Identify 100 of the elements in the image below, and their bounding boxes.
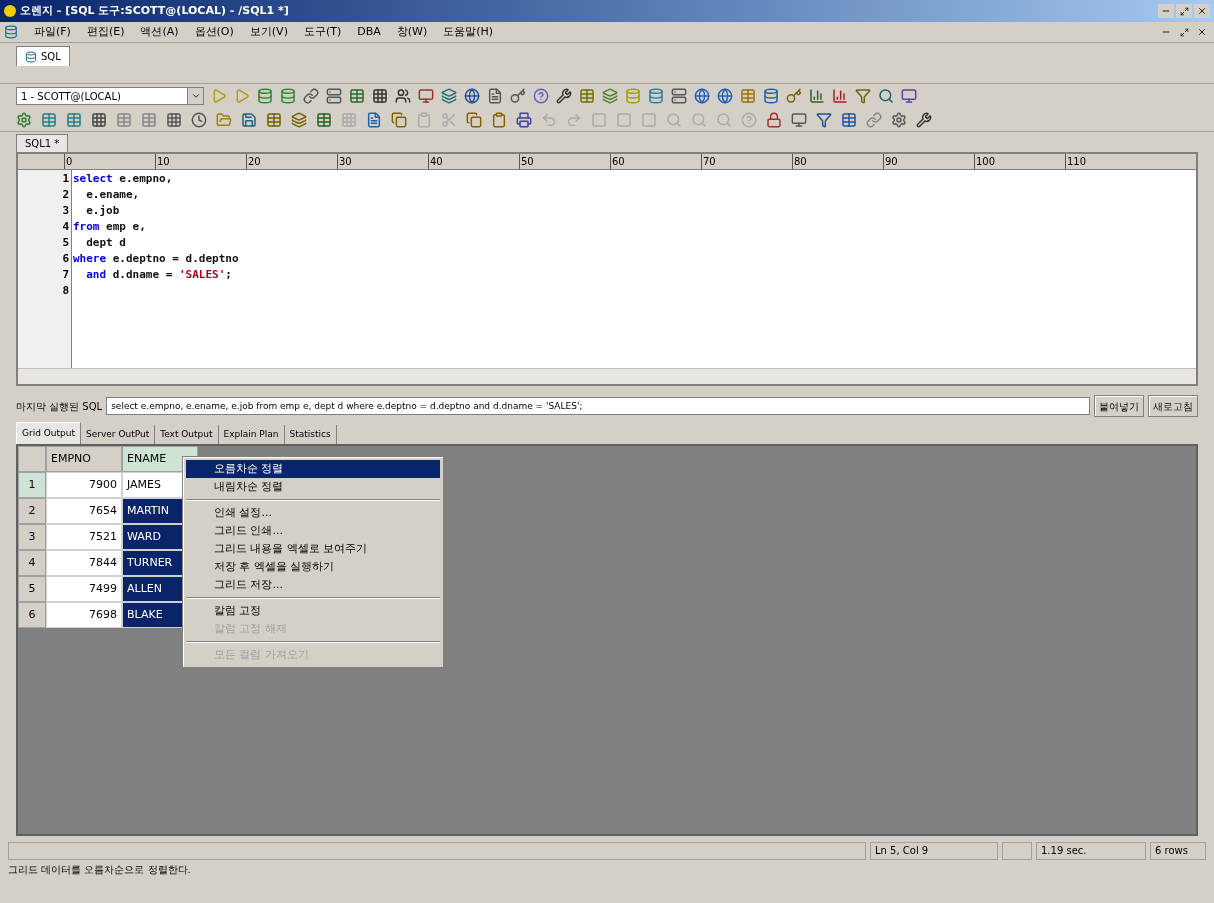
globe-icon[interactable] [464, 88, 480, 104]
line-number: 7 [62, 267, 69, 283]
table-icon[interactable] [316, 111, 332, 128]
database-icon[interactable] [257, 88, 273, 104]
chart-icon[interactable] [809, 88, 825, 104]
ruler-label: 70 [701, 154, 792, 169]
row-header[interactable]: 1 [18, 472, 46, 498]
result-tab[interactable]: Grid Output [16, 422, 81, 444]
menu-item[interactable]: 파일(F) [34, 23, 71, 41]
table-icon[interactable] [266, 111, 282, 128]
document-icon[interactable] [487, 88, 503, 104]
gear-icon[interactable] [16, 111, 32, 128]
monitor-icon[interactable] [418, 88, 434, 104]
key-icon[interactable] [786, 88, 802, 104]
save-icon[interactable] [241, 111, 257, 128]
users-icon[interactable] [395, 88, 411, 104]
row-count: 6 rows [1150, 842, 1206, 860]
connection-select[interactable]: 1 - SCOTT@(LOCAL) [16, 87, 204, 105]
close-icon [1197, 6, 1207, 16]
row-header[interactable]: 4 [18, 550, 46, 576]
wrench-icon[interactable] [916, 111, 932, 128]
code-line: e.job [85, 204, 120, 217]
menu-item[interactable]: 창(W) [396, 23, 428, 41]
close-button[interactable] [1194, 4, 1210, 18]
table-cell: 7521 [46, 524, 122, 550]
clock-icon[interactable] [191, 111, 207, 128]
menu-item[interactable]: 액션(A) [140, 23, 179, 41]
database-icon [25, 50, 37, 63]
printer-icon[interactable] [516, 111, 532, 128]
menu-item[interactable]: 오름차순 정렬 [186, 460, 440, 478]
line-number: 5 [62, 235, 69, 251]
monitor-icon[interactable] [791, 111, 807, 128]
database-icon[interactable] [280, 88, 296, 104]
column-header[interactable]: EMPNO [46, 446, 122, 472]
table-icon[interactable] [579, 88, 595, 104]
help-icon[interactable] [533, 88, 549, 104]
link-icon[interactable] [303, 88, 319, 104]
database-icon[interactable] [763, 88, 779, 104]
grid-icon[interactable] [91, 111, 107, 128]
clipboard-icon[interactable] [491, 111, 507, 128]
clipboard-icon[interactable] [416, 111, 432, 128]
monitor-icon[interactable] [901, 88, 917, 104]
layers-icon[interactable] [291, 111, 307, 128]
filter-icon[interactable] [855, 88, 871, 104]
table-icon[interactable] [740, 88, 756, 104]
table-icon[interactable] [66, 111, 82, 128]
row-header[interactable]: 3 [18, 524, 46, 550]
key-icon[interactable] [510, 88, 526, 104]
server-icon[interactable] [326, 88, 342, 104]
menu-item[interactable]: DBA [357, 23, 381, 41]
last-sql-field[interactable]: select e.empno, e.ename, e.job from emp e, dept d where e.deptno = d.deptno and d.dname = 'SALES'; [106, 397, 1090, 415]
row-header[interactable]: 5 [18, 576, 46, 602]
horizontal-scrollbar[interactable] [18, 368, 1196, 384]
menu-item[interactable]: 도움말(H) [443, 23, 494, 41]
row-header[interactable]: 6 [18, 602, 46, 628]
ruler-label: 30 [337, 154, 428, 169]
menu-item[interactable]: 도구(T) [303, 23, 342, 41]
filter-icon[interactable] [816, 111, 832, 128]
table-cell: 7654 [46, 498, 122, 524]
server-icon[interactable] [671, 88, 687, 104]
grid-icon[interactable] [166, 111, 182, 128]
copy-icon[interactable] [391, 111, 407, 128]
document-icon[interactable] [366, 111, 382, 128]
table-icon[interactable] [841, 111, 857, 128]
table-cell: 7698 [46, 602, 122, 628]
database-icon [4, 25, 18, 39]
table-icon[interactable] [349, 88, 365, 104]
editor-tab[interactable]: SQL1 * [16, 134, 69, 152]
layers-icon[interactable] [602, 88, 618, 104]
table-icon[interactable] [41, 111, 57, 128]
layers-icon[interactable] [441, 88, 457, 104]
restore-button[interactable] [1176, 4, 1192, 18]
ruler-label: 80 [792, 154, 883, 169]
row-header[interactable]: 2 [18, 498, 46, 524]
line-number: 4 [62, 219, 69, 235]
menu-item[interactable]: 보기(V) [249, 23, 288, 41]
search-icon[interactable] [878, 88, 894, 104]
cursor-position: Ln 5, Col 9 [870, 842, 998, 860]
grid-icon[interactable] [372, 88, 388, 104]
gear-icon[interactable] [891, 111, 907, 128]
toolbar-button[interactable]: 새로고침 [1148, 395, 1198, 417]
link-icon[interactable] [866, 111, 882, 128]
table-icon[interactable] [116, 111, 132, 128]
copy-icon[interactable] [466, 111, 482, 128]
wrench-icon[interactable] [556, 88, 572, 104]
globe-icon[interactable] [694, 88, 710, 104]
code-line: and d.dname = 'SALES'; [85, 268, 232, 281]
menu-item[interactable]: 편집(E) [86, 23, 125, 41]
globe-icon[interactable] [717, 88, 733, 104]
table-icon[interactable] [141, 111, 157, 128]
toolbar-button[interactable]: 붙여넣기 [1094, 395, 1144, 417]
menu-item[interactable]: 옵션(O) [194, 23, 234, 41]
document-tab[interactable]: SQL [16, 46, 70, 66]
lock-icon[interactable] [766, 111, 782, 128]
line-number: 1 [62, 171, 69, 187]
app-icon [4, 5, 16, 17]
dropdown-caret-icon [190, 91, 201, 101]
chart-icon[interactable] [832, 88, 848, 104]
folder-icon[interactable] [216, 111, 232, 128]
database-icon[interactable] [648, 88, 664, 104]
